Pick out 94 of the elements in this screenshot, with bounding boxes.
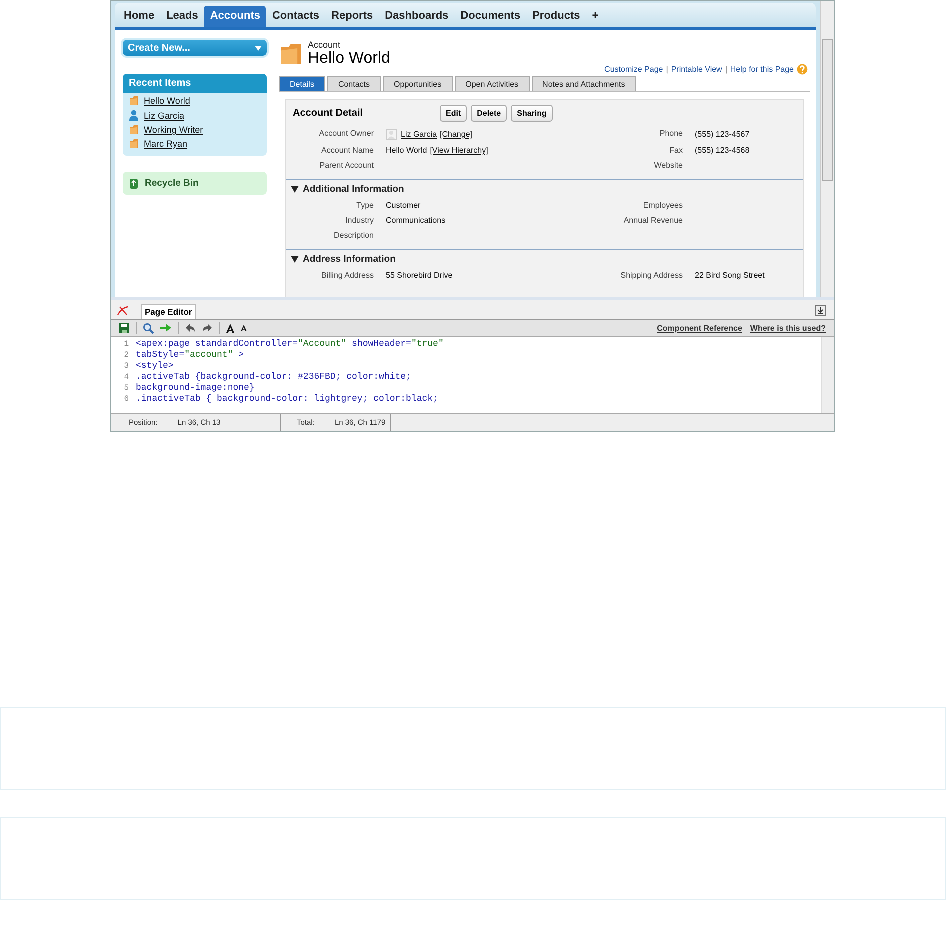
field-label: Website bbox=[653, 160, 684, 172]
field-value: (555) 123-4567 bbox=[695, 130, 750, 139]
field-label: Industry bbox=[344, 215, 375, 227]
section-title: Address Information bbox=[303, 254, 396, 265]
nav-tab[interactable]: + bbox=[586, 6, 605, 27]
field-value: 55 Shorebird Drive bbox=[386, 271, 453, 280]
recycle-bin-panel[interactable]: Recycle Bin bbox=[123, 172, 267, 195]
field-label: Employees bbox=[642, 200, 684, 212]
nav-tab[interactable]: Documents bbox=[454, 6, 527, 27]
code-line: <style> bbox=[136, 361, 175, 372]
record-tab[interactable]: Open Activities bbox=[454, 76, 530, 91]
field-label: Shipping Address bbox=[620, 270, 684, 282]
action-button[interactable]: Edit bbox=[440, 105, 468, 122]
separator: | bbox=[666, 65, 668, 74]
field-value: (555) 123-4568 bbox=[695, 146, 750, 155]
field-value: Hello World bbox=[386, 146, 428, 155]
record-tab[interactable]: Contacts bbox=[327, 76, 382, 91]
recent-item-link[interactable]: Marc Ryan bbox=[144, 139, 188, 149]
line-number: 3 bbox=[123, 361, 129, 372]
recycle-bin-label: Recycle Bin bbox=[145, 178, 199, 189]
field-label: Description bbox=[332, 230, 375, 242]
field-value: 22 Bird Song Street bbox=[695, 271, 765, 280]
record-tab[interactable]: Details bbox=[279, 76, 326, 91]
code-line: .inactiveTab { background-color: lightgrey; color:black; bbox=[136, 394, 440, 405]
recycle-bin-icon bbox=[129, 178, 139, 189]
separator: | bbox=[725, 65, 728, 74]
nav-tab[interactable]: Dashboards bbox=[379, 6, 455, 27]
nav-tab[interactable]: Products bbox=[526, 6, 586, 27]
record-name: Hello World bbox=[308, 50, 390, 67]
field-value: Communications bbox=[386, 216, 446, 225]
field-link[interactable]: Liz Garcia bbox=[401, 130, 438, 139]
search-icon bbox=[143, 322, 154, 334]
person-icon bbox=[129, 110, 139, 121]
field-label: Annual Revenue bbox=[622, 215, 684, 227]
record-type: Account bbox=[308, 40, 342, 50]
nav-tab[interactable]: Home bbox=[118, 6, 161, 27]
field-link[interactable]: [Change] bbox=[440, 130, 472, 139]
scrollbar[interactable] bbox=[820, 1, 834, 297]
code-line: .activeTab {background-color: #236FBD; color:white; bbox=[136, 372, 412, 383]
page-link[interactable]: Customize Page bbox=[604, 65, 664, 74]
right-arrow-icon bbox=[160, 323, 172, 333]
folder-icon bbox=[129, 125, 139, 135]
folder-icon bbox=[129, 96, 139, 106]
folder-icon bbox=[280, 42, 302, 64]
nav-tab[interactable]: Leads bbox=[160, 6, 204, 27]
small-font-icon bbox=[241, 325, 247, 331]
field-label: Phone bbox=[658, 128, 684, 140]
nav-tab[interactable]: Accounts bbox=[204, 6, 266, 27]
record-tab[interactable]: Notes and Attachments bbox=[532, 76, 636, 91]
nav-tab[interactable]: Contacts bbox=[266, 6, 326, 27]
recent-item-link[interactable]: Liz Garcia bbox=[144, 110, 185, 120]
line-number: 5 bbox=[123, 383, 129, 394]
save-icon bbox=[119, 322, 130, 334]
close-icon bbox=[117, 306, 129, 316]
help-icon bbox=[797, 64, 808, 75]
page-link[interactable]: Help for this Page bbox=[730, 65, 794, 74]
collapse-triangle-icon[interactable] bbox=[291, 256, 299, 263]
download-icon bbox=[815, 305, 826, 316]
recent-item-link[interactable]: Hello World bbox=[144, 96, 190, 106]
scrollbar[interactable] bbox=[821, 337, 834, 413]
field-label: Type bbox=[356, 200, 375, 212]
code-line: tabStyle="account" > bbox=[136, 350, 246, 361]
caret-icon bbox=[255, 46, 262, 50]
code-editor[interactable] bbox=[111, 337, 834, 413]
line-number: 6 bbox=[123, 394, 129, 405]
code-line: <apex:page standardController="Account" showHeader="true" bbox=[136, 339, 445, 350]
field-label: Account Name bbox=[320, 145, 375, 157]
panel-title: Recent Items bbox=[123, 74, 267, 93]
nav-tab[interactable]: Reports bbox=[326, 6, 380, 27]
redo-icon bbox=[202, 323, 213, 333]
action-button[interactable]: Delete bbox=[471, 105, 508, 122]
record-tab[interactable]: Opportunities bbox=[383, 76, 453, 91]
action-button[interactable]: Sharing bbox=[511, 105, 553, 122]
section-title: Account Detail bbox=[293, 108, 364, 119]
toolbar-link[interactable]: Where is this used? bbox=[750, 324, 826, 332]
editor-tab[interactable]: Page Editor bbox=[141, 304, 196, 319]
collapse-triangle-icon[interactable] bbox=[291, 186, 299, 193]
folder-icon bbox=[129, 139, 139, 149]
field-label: Parent Account bbox=[318, 160, 375, 172]
line-number: 4 bbox=[123, 372, 129, 383]
field-value: Customer bbox=[386, 201, 421, 210]
field-link[interactable]: [View Hierarchy] bbox=[430, 146, 488, 155]
code-line: background-image:none} bbox=[136, 383, 256, 394]
field-label: Billing Address bbox=[320, 270, 375, 282]
page-link[interactable]: Printable View bbox=[671, 65, 722, 74]
field-label: Fax bbox=[668, 145, 684, 157]
undo-icon bbox=[185, 323, 196, 333]
field-label: Account Owner bbox=[318, 128, 375, 140]
toolbar-link[interactable]: Component Reference bbox=[657, 324, 742, 332]
line-number: 2 bbox=[123, 350, 129, 361]
line-number: 1 bbox=[123, 339, 129, 350]
large-font-icon bbox=[226, 324, 235, 332]
recent-item-link[interactable]: Working Writer bbox=[144, 125, 204, 135]
section-title: Additional Information bbox=[303, 184, 404, 195]
